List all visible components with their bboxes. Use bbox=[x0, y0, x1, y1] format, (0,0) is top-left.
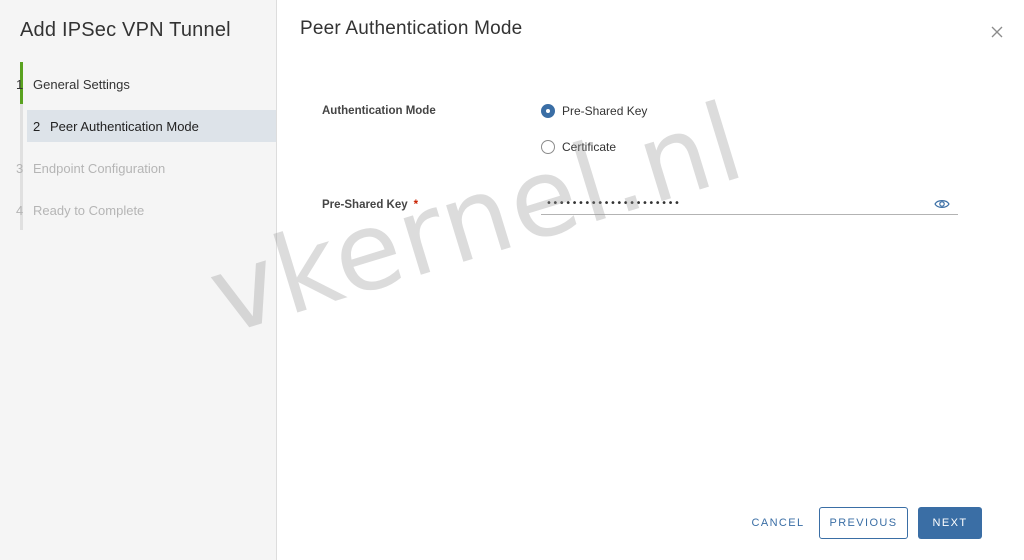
close-icon[interactable] bbox=[989, 24, 1005, 40]
radio-button-unchecked[interactable] bbox=[541, 140, 555, 154]
authentication-mode-label: Authentication Mode bbox=[322, 105, 436, 117]
required-marker: * bbox=[413, 199, 419, 211]
step-label: Ready to Complete bbox=[33, 202, 145, 218]
step-label: Peer Authentication Mode bbox=[50, 118, 199, 134]
pre-shared-key-value: ••••••••••••••••••••• bbox=[546, 198, 681, 209]
step-general-settings[interactable]: 1 General Settings bbox=[0, 68, 254, 100]
step-number: 2 bbox=[33, 118, 41, 134]
previous-button[interactable]: PREVIOUS bbox=[819, 507, 908, 539]
step-number: 3 bbox=[16, 160, 24, 176]
radio-label: Pre-Shared Key bbox=[562, 104, 648, 118]
wizard-content: Peer Authentication Mode Authentication … bbox=[277, 0, 1024, 560]
radio-certificate[interactable]: Certificate bbox=[541, 140, 616, 154]
page-title: Peer Authentication Mode bbox=[300, 18, 523, 39]
radio-button-checked[interactable] bbox=[541, 104, 555, 118]
pre-shared-key-input[interactable]: ••••••••••••••••••••• bbox=[541, 193, 958, 215]
step-label: General Settings bbox=[33, 76, 130, 92]
step-number: 1 bbox=[16, 76, 24, 92]
wizard-title: Add IPSec VPN Tunnel bbox=[20, 19, 231, 41]
cancel-button[interactable]: CANCEL bbox=[747, 507, 809, 539]
step-peer-authentication-mode[interactable]: 2 Peer Authentication Mode bbox=[27, 110, 276, 142]
next-button[interactable]: NEXT bbox=[918, 507, 982, 539]
step-number: 4 bbox=[16, 202, 24, 218]
step-label: Endpoint Configuration bbox=[33, 160, 166, 176]
step-endpoint-configuration: 3 Endpoint Configuration bbox=[0, 152, 254, 184]
eye-icon[interactable] bbox=[934, 198, 950, 210]
step-ready-to-complete: 4 Ready to Complete bbox=[0, 194, 254, 226]
pre-shared-key-label: Pre-Shared Key * bbox=[322, 199, 418, 211]
radio-pre-shared-key[interactable]: Pre-Shared Key bbox=[541, 104, 647, 118]
wizard-sidebar: Add IPSec VPN Tunnel 1 General Settings … bbox=[0, 0, 277, 560]
pre-shared-key-label-text: Pre-Shared Key bbox=[322, 199, 408, 211]
radio-label: Certificate bbox=[562, 140, 617, 154]
